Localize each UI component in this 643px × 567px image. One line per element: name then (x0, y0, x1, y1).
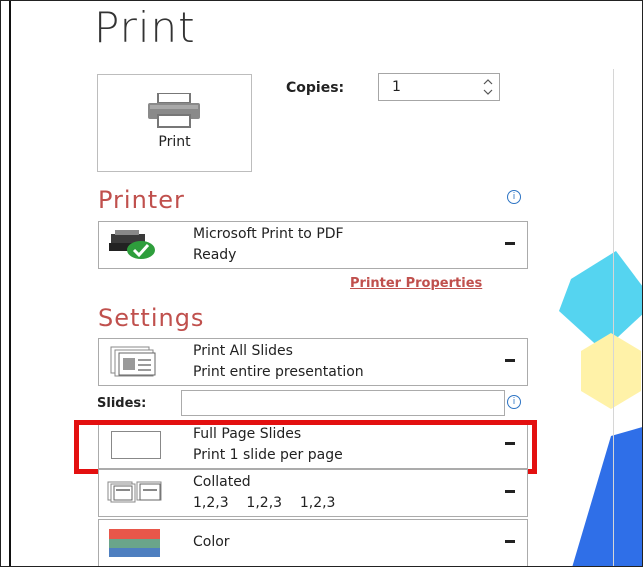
panel-divider (613, 69, 614, 566)
copies-label: Copies: (286, 80, 345, 96)
print-button-label: Print (158, 134, 191, 150)
chevron-down-icon (505, 359, 515, 362)
spinner-icon[interactable] (481, 76, 495, 98)
printer-select[interactable]: Microsoft Print to PDF Ready (98, 221, 528, 269)
watermark-cyan-diamond (559, 251, 642, 351)
copies-stepper[interactable]: 1 (378, 73, 500, 101)
color-swatch-icon (109, 529, 160, 557)
print-range-title: Print All Slides (193, 343, 293, 359)
chevron-down-icon (505, 490, 515, 493)
slides-label: Slides: (97, 396, 147, 411)
copies-value: 1 (392, 79, 401, 95)
color-select[interactable]: Color (98, 519, 528, 566)
printer-name: Microsoft Print to PDF (193, 226, 344, 242)
slides-stack-icon (110, 346, 156, 377)
printer-status: Ready (193, 247, 237, 263)
watermark-shapes (559, 251, 642, 566)
page-title: Print (94, 3, 196, 52)
printer-properties-link[interactable]: Printer Properties (350, 276, 482, 291)
chevron-down-icon (505, 540, 515, 543)
watermark-yellow-hex (581, 333, 641, 409)
collation-title: Collated (193, 474, 251, 490)
watermark-blue-shape (572, 427, 642, 566)
slides-info-icon[interactable]: i (507, 395, 521, 409)
printer-info-icon[interactable]: i (507, 190, 521, 204)
print-button[interactable]: Print (97, 74, 252, 172)
print-backstage-panel: Print Print Copies: 1 Printer i Microsof… (0, 0, 643, 567)
print-range-subtitle: Print entire presentation (193, 364, 364, 380)
left-border (9, 1, 11, 566)
print-range-select[interactable]: Print All Slides Print entire presentati… (98, 338, 528, 386)
printer-heading: Printer (98, 186, 185, 214)
collated-pages-icon (107, 481, 162, 503)
color-title: Color (193, 534, 230, 550)
settings-heading: Settings (98, 304, 205, 332)
printer-ready-icon (109, 230, 155, 259)
printer-icon (146, 92, 202, 133)
collation-subtitle: 1,2,3 1,2,3 1,2,3 (193, 495, 336, 511)
slides-input[interactable] (181, 390, 505, 416)
chevron-down-icon (505, 242, 515, 245)
collation-select[interactable]: Collated 1,2,3 1,2,3 1,2,3 (98, 469, 528, 517)
highlight-box (74, 420, 537, 474)
